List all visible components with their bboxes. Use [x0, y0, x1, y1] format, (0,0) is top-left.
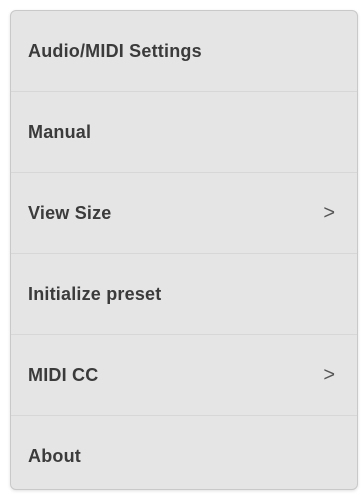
menu-item-label: MIDI CC	[28, 364, 99, 385]
menu-item-initialize-preset[interactable]: Initialize preset	[11, 254, 357, 335]
menu-item-label: About	[28, 446, 81, 466]
menu-item-midi-cc[interactable]: MIDI CC >	[11, 335, 357, 416]
menu-item-manual[interactable]: Manual	[11, 92, 357, 173]
chevron-right-icon: >	[323, 364, 335, 386]
menu-item-label: Manual	[28, 121, 92, 142]
chevron-right-icon: >	[323, 202, 335, 224]
menu-item-audio-midi-settings[interactable]: Audio/MIDI Settings	[11, 11, 357, 92]
menu-item-label: Initialize preset	[28, 283, 162, 304]
context-menu: Audio/MIDI Settings Manual View Size > I…	[10, 10, 358, 490]
menu-item-label: View Size	[28, 202, 112, 223]
menu-item-about[interactable]: About	[11, 416, 357, 489]
menu-item-view-size[interactable]: View Size >	[11, 173, 357, 254]
menu-item-label: Audio/MIDI Settings	[28, 40, 202, 61]
